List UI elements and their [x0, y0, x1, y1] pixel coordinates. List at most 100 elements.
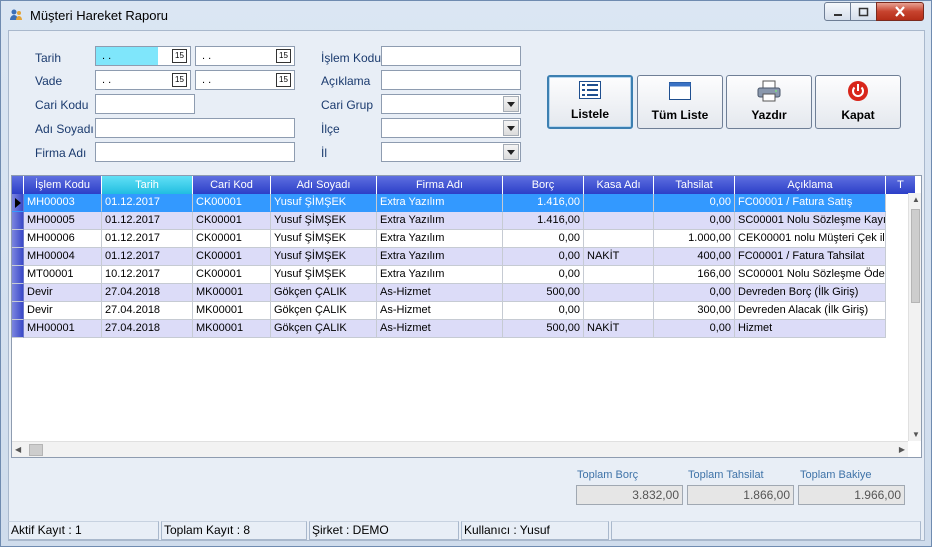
col-header-aciklama[interactable]: Açıklama [735, 176, 886, 194]
firma-adi-input[interactable] [95, 142, 295, 162]
cell-tahsilat[interactable]: 1.000,00 [654, 230, 735, 248]
cell-adi-soyadi[interactable]: Yusuf ŞİMŞEK [271, 266, 377, 284]
cell-aciklama[interactable]: Devreden Alacak (İlk Giriş) [735, 302, 886, 320]
table-row[interactable]: MH00006 01.12.2017 CK00001 Yusuf ŞİMŞEK … [12, 230, 886, 248]
cell-tahsilat[interactable]: 0,00 [654, 194, 735, 212]
chevron-down-icon[interactable] [503, 144, 519, 160]
col-header-firma-adi[interactable]: Firma Adı [377, 176, 503, 194]
cell-adi-soyadi[interactable]: Yusuf ŞİMŞEK [271, 194, 377, 212]
cell-firma-adi[interactable]: Extra Yazılım [377, 230, 503, 248]
listele-button[interactable]: Listele [547, 75, 633, 129]
cell-tarih[interactable]: 01.12.2017 [102, 212, 193, 230]
cell-kasa-adi[interactable] [584, 230, 654, 248]
table-row[interactable]: Devir 27.04.2018 MK00001 Gökçen ÇALIK As… [12, 284, 886, 302]
cell-adi-soyadi[interactable]: Gökçen ÇALIK [271, 320, 377, 338]
cell-firma-adi[interactable]: Extra Yazılım [377, 266, 503, 284]
vertical-scrollbar[interactable]: ▲ ▼ [908, 193, 921, 441]
cell-cari-kod[interactable]: CK00001 [193, 212, 271, 230]
cell-kasa-adi[interactable] [584, 284, 654, 302]
tarih-to-input[interactable]: . . 15 [195, 46, 295, 66]
cell-aciklama[interactable]: SC00001 Nolu Sözleşme Ödem [735, 266, 886, 284]
ilce-select[interactable] [381, 118, 521, 138]
calendar-icon[interactable]: 15 [172, 73, 187, 87]
cell-borc[interactable]: 1.416,00 [503, 212, 584, 230]
cell-cari-kod[interactable]: CK00001 [193, 194, 271, 212]
kapat-button[interactable]: Kapat [815, 75, 901, 129]
scroll-right-icon[interactable]: ▶ [899, 445, 905, 454]
cell-tahsilat[interactable]: 400,00 [654, 248, 735, 266]
cell-tahsilat[interactable]: 0,00 [654, 284, 735, 302]
col-header-extra[interactable]: T [886, 176, 916, 194]
scroll-up-icon[interactable]: ▲ [912, 195, 920, 204]
col-header-islem-kodu[interactable]: İşlem Kodu [24, 176, 102, 194]
table-row[interactable]: MH00003 01.12.2017 CK00001 Yusuf ŞİMŞEK … [12, 194, 886, 212]
cell-kasa-adi[interactable] [584, 266, 654, 284]
cell-borc[interactable]: 0,00 [503, 248, 584, 266]
cari-grup-select[interactable] [381, 94, 521, 114]
cell-tarih[interactable]: 27.04.2018 [102, 320, 193, 338]
islem-kodu-input[interactable] [381, 46, 521, 66]
table-row[interactable]: MH00001 27.04.2018 MK00001 Gökçen ÇALIK … [12, 320, 886, 338]
col-header-cari-kod[interactable]: Cari Kod [193, 176, 271, 194]
scroll-down-icon[interactable]: ▼ [912, 430, 920, 439]
cell-tarih[interactable]: 01.12.2017 [102, 230, 193, 248]
cell-firma-adi[interactable]: Extra Yazılım [377, 248, 503, 266]
table-row[interactable]: MH00005 01.12.2017 CK00001 Yusuf ŞİMŞEK … [12, 212, 886, 230]
movements-grid[interactable]: İşlem Kodu Tarih Cari Kod Adı Soyadı Fir… [11, 175, 922, 458]
cell-kasa-adi[interactable]: NAKİT [584, 320, 654, 338]
vade-to-input[interactable]: . . 15 [195, 70, 295, 90]
cell-cari-kod[interactable]: CK00001 [193, 248, 271, 266]
cell-borc[interactable]: 0,00 [503, 230, 584, 248]
cell-borc[interactable]: 500,00 [503, 284, 584, 302]
cell-tarih[interactable]: 27.04.2018 [102, 302, 193, 320]
cell-kasa-adi[interactable] [584, 302, 654, 320]
cell-tarih[interactable]: 10.12.2017 [102, 266, 193, 284]
cell-islem-kodu[interactable]: MH00006 [24, 230, 102, 248]
calendar-icon[interactable]: 15 [276, 49, 291, 63]
calendar-icon[interactable]: 15 [276, 73, 291, 87]
cell-cari-kod[interactable]: CK00001 [193, 266, 271, 284]
cell-borc[interactable]: 1.416,00 [503, 194, 584, 212]
cell-tahsilat[interactable]: 0,00 [654, 212, 735, 230]
cell-islem-kodu[interactable]: MT00001 [24, 266, 102, 284]
cell-islem-kodu[interactable]: MH00003 [24, 194, 102, 212]
cell-cari-kod[interactable]: CK00001 [193, 230, 271, 248]
cell-firma-adi[interactable]: Extra Yazılım [377, 194, 503, 212]
cell-tarih[interactable]: 01.12.2017 [102, 248, 193, 266]
table-row[interactable]: MH00004 01.12.2017 CK00001 Yusuf ŞİMŞEK … [12, 248, 886, 266]
cell-aciklama[interactable]: FC00001 / Fatura Satış [735, 194, 886, 212]
cell-aciklama[interactable]: FC00001 / Fatura Tahsilat [735, 248, 886, 266]
cell-aciklama[interactable]: Devreden Borç (İlk Giriş) [735, 284, 886, 302]
minimize-button[interactable] [824, 2, 851, 21]
cell-borc[interactable]: 0,00 [503, 266, 584, 284]
cell-islem-kodu[interactable]: Devir [24, 302, 102, 320]
scroll-thumb[interactable] [911, 209, 920, 303]
adi-soyadi-input[interactable] [95, 118, 295, 138]
cell-adi-soyadi[interactable]: Yusuf ŞİMŞEK [271, 212, 377, 230]
cell-aciklama[interactable]: Hizmet [735, 320, 886, 338]
cell-cari-kod[interactable]: MK00001 [193, 284, 271, 302]
cell-firma-adi[interactable]: Extra Yazılım [377, 212, 503, 230]
cell-tahsilat[interactable]: 300,00 [654, 302, 735, 320]
maximize-button[interactable] [850, 2, 877, 21]
cell-borc[interactable]: 0,00 [503, 302, 584, 320]
cell-adi-soyadi[interactable]: Yusuf ŞİMŞEK [271, 248, 377, 266]
cell-kasa-adi[interactable] [584, 194, 654, 212]
cell-firma-adi[interactable]: As-Hizmet [377, 320, 503, 338]
cell-aciklama[interactable]: SC00001 Nolu Sözleşme Kayıt [735, 212, 886, 230]
scroll-left-icon[interactable]: ◀ [15, 445, 21, 454]
cari-kodu-input[interactable] [95, 94, 195, 114]
cell-tahsilat[interactable]: 0,00 [654, 320, 735, 338]
calendar-icon[interactable]: 15 [172, 49, 187, 63]
cell-adi-soyadi[interactable]: Gökçen ÇALIK [271, 284, 377, 302]
cell-islem-kodu[interactable]: MH00004 [24, 248, 102, 266]
col-header-tarih[interactable]: Tarih [102, 176, 193, 194]
cell-tarih[interactable]: 01.12.2017 [102, 194, 193, 212]
cell-kasa-adi[interactable] [584, 212, 654, 230]
cell-cari-kod[interactable]: MK00001 [193, 320, 271, 338]
cell-aciklama[interactable]: CEK00001 nolu Müşteri Çek ile [735, 230, 886, 248]
aciklama-input[interactable] [381, 70, 521, 90]
cell-borc[interactable]: 500,00 [503, 320, 584, 338]
cell-adi-soyadi[interactable]: Gökçen ÇALIK [271, 302, 377, 320]
table-row[interactable]: MT00001 10.12.2017 CK00001 Yusuf ŞİMŞEK … [12, 266, 886, 284]
